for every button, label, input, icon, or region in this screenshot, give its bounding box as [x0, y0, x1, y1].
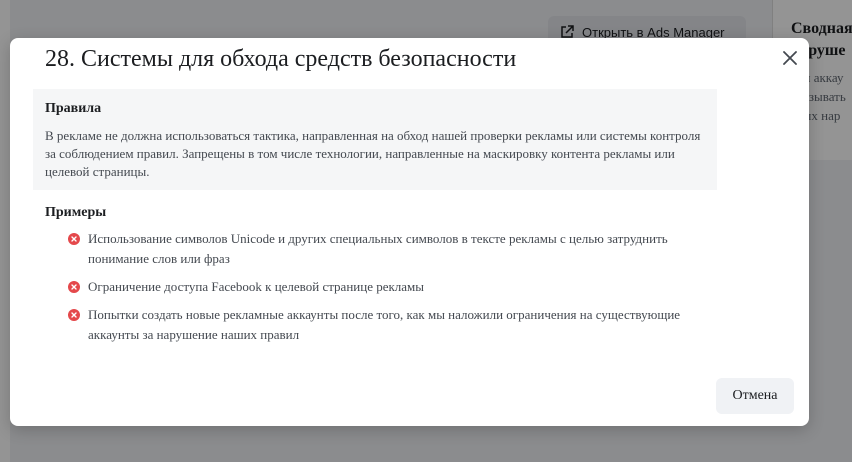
- x-circle-icon: [68, 309, 80, 321]
- x-circle-icon: [68, 281, 80, 293]
- close-button[interactable]: [778, 46, 802, 70]
- rules-section: Правила В рекламе не должна использовать…: [33, 89, 717, 190]
- examples-list: Использование символов Unicode и других …: [68, 229, 728, 353]
- close-icon: [783, 51, 797, 65]
- example-text: Использование символов Unicode и других …: [88, 231, 668, 266]
- examples-heading: Примеры: [45, 205, 107, 220]
- list-item: Использование символов Unicode и других …: [68, 229, 728, 269]
- example-text: Ограничение доступа Facebook к целевой с…: [88, 279, 425, 294]
- x-circle-icon: [68, 233, 80, 245]
- example-text: Попытки создать новые рекламные аккаунты…: [88, 307, 681, 342]
- rules-heading: Правила: [45, 101, 102, 116]
- policy-dialog: 28. Системы для обхода средств безопасно…: [10, 38, 809, 426]
- list-item: Ограничение доступа Facebook к целевой с…: [68, 277, 728, 297]
- list-item: Попытки создать новые рекламные аккаунты…: [68, 305, 728, 345]
- rules-text: В рекламе не должна использоваться такти…: [45, 128, 701, 179]
- cancel-button[interactable]: Отмена: [716, 378, 794, 414]
- dialog-title: 28. Системы для обхода средств безопасно…: [45, 46, 517, 72]
